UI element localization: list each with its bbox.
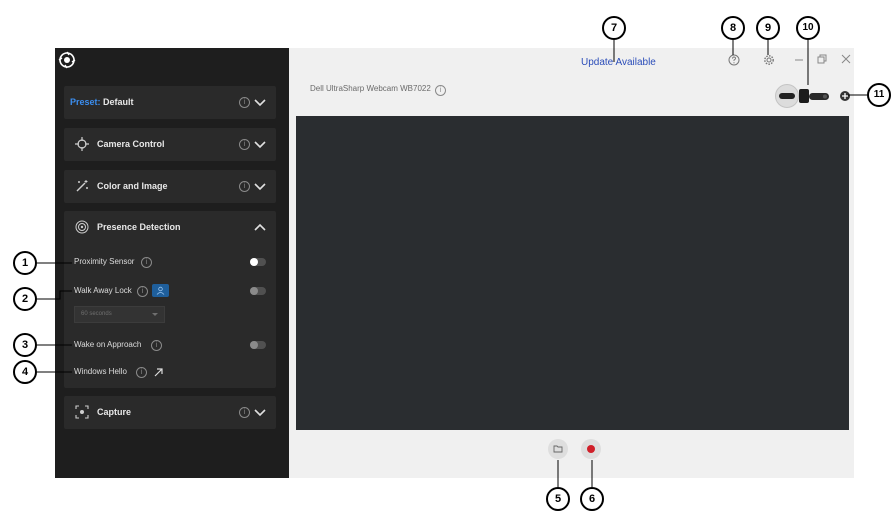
lock-badge: [152, 284, 169, 297]
folder-icon: [553, 445, 563, 453]
record-button[interactable]: [581, 439, 601, 459]
wake-on-approach-label: Wake on Approach: [74, 340, 142, 349]
callout-9: 9: [756, 16, 780, 40]
proximity-sensor-label: Proximity Sensor: [74, 257, 135, 266]
chevron-down-icon[interactable]: [254, 141, 266, 149]
preset-label: Preset:: [70, 97, 101, 107]
presence-detection-section: Presence Detection Proximity Sensor i Wa…: [64, 211, 276, 388]
capture-section[interactable]: Capture i: [64, 396, 276, 429]
caret-down-icon: [152, 313, 158, 316]
camera-selector[interactable]: [775, 84, 833, 108]
callout-8: 8: [721, 16, 745, 40]
info-icon[interactable]: i: [141, 257, 152, 268]
person-lock-icon: [156, 286, 165, 295]
capture-title: Capture: [97, 407, 132, 417]
camera-preview: [296, 116, 849, 430]
chevron-down-icon[interactable]: [254, 409, 266, 417]
chevron-down-icon[interactable]: [254, 99, 266, 107]
record-icon: [587, 445, 595, 453]
callout-4: 4: [13, 360, 37, 384]
callout-1: 1: [13, 251, 37, 275]
timeout-value: 60 seconds: [81, 311, 112, 317]
info-icon[interactable]: i: [239, 139, 250, 150]
add-camera-icon[interactable]: [840, 91, 850, 101]
color-image-section[interactable]: Color and Image i: [64, 170, 276, 203]
info-icon[interactable]: i: [151, 340, 162, 351]
walk-away-timeout-select[interactable]: 60 seconds: [74, 306, 165, 323]
magic-wand-icon: [76, 180, 88, 192]
preset-title: Preset: Default: [70, 97, 134, 107]
preset-value: Default: [103, 97, 134, 107]
callout-5: 5: [546, 487, 570, 511]
callout-2: 2: [13, 287, 37, 311]
callout-7: 7: [602, 16, 626, 40]
close-icon[interactable]: [840, 53, 852, 65]
proximity-sensor-toggle[interactable]: [250, 258, 266, 266]
sidebar: Preset: Default i Camera Control i Color…: [55, 48, 289, 478]
webcam-icon[interactable]: [809, 87, 829, 105]
callout-6: 6: [580, 487, 604, 511]
camera-control-title: Camera Control: [97, 139, 165, 149]
info-icon[interactable]: i: [137, 286, 148, 297]
camera-control-section[interactable]: Camera Control i: [64, 128, 276, 161]
device-name: Dell UltraSharp Webcam WB7022 i: [310, 84, 447, 96]
settings-icon[interactable]: [763, 54, 775, 66]
help-icon[interactable]: [728, 54, 740, 66]
chevron-up-icon[interactable]: [254, 223, 266, 231]
walk-away-lock-label: Walk Away Lock: [74, 286, 132, 295]
color-image-title: Color and Image: [97, 181, 168, 191]
presence-detection-icon: [75, 220, 89, 234]
callout-10: 10: [796, 16, 820, 40]
walk-away-lock-toggle[interactable]: [250, 287, 266, 295]
restore-icon[interactable]: [816, 53, 828, 65]
webcam-icon[interactable]: [799, 87, 809, 105]
info-icon[interactable]: i: [239, 181, 250, 192]
callout-11: 11: [867, 83, 891, 107]
presence-detection-title[interactable]: Presence Detection: [97, 222, 181, 232]
device-name-text: Dell UltraSharp Webcam WB7022: [310, 84, 431, 93]
info-icon[interactable]: i: [136, 367, 147, 378]
callout-3: 3: [13, 333, 37, 357]
info-icon[interactable]: i: [435, 85, 447, 96]
external-link-icon[interactable]: [154, 368, 163, 377]
crosshair-icon: [75, 137, 89, 151]
update-available-link[interactable]: Update Available: [581, 57, 656, 68]
info-icon[interactable]: i: [239, 407, 250, 418]
preset-section[interactable]: Preset: Default i: [64, 86, 276, 119]
webcam-icon[interactable]: [779, 92, 795, 100]
main-panel: Update Available Dell UltraSharp Webcam …: [289, 48, 854, 478]
wake-on-approach-toggle[interactable]: [250, 341, 266, 349]
app-logo-icon: [58, 51, 76, 69]
minimize-icon[interactable]: [793, 54, 805, 66]
chevron-down-icon[interactable]: [254, 183, 266, 191]
open-folder-button[interactable]: [548, 439, 568, 459]
windows-hello-label[interactable]: Windows Hello: [74, 367, 127, 376]
capture-icon: [75, 405, 89, 419]
info-icon[interactable]: i: [239, 97, 250, 108]
